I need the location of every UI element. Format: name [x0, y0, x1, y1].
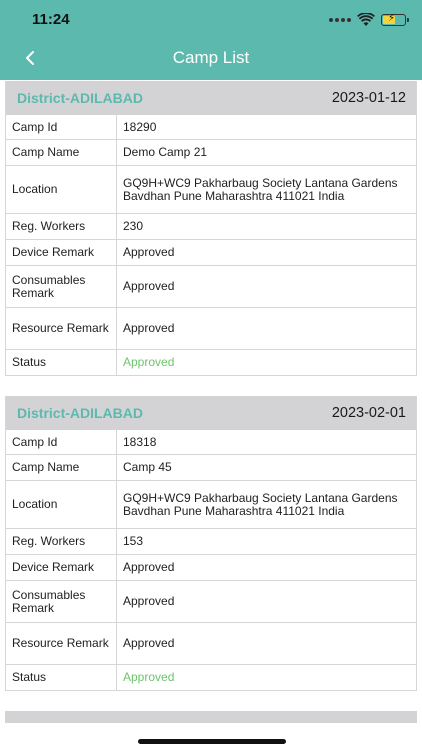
- camp-date: 2023-01-12: [331, 90, 406, 106]
- device-remark-value: Approved: [123, 560, 175, 574]
- camp-date: 2023-02-01: [331, 405, 406, 421]
- app-header: 11:24 ⚡ Camp List: [0, 0, 422, 80]
- wifi-icon: [357, 13, 375, 26]
- location-value: GQ9H+WC9 Pakharbaug Society Lantana Gard…: [123, 175, 398, 203]
- row-label: Resource Remark: [6, 308, 117, 349]
- consumables-remark-value: Approved: [123, 594, 175, 608]
- table-row: Status Approved: [6, 350, 416, 376]
- reg-workers-value: 230: [123, 219, 144, 233]
- table-row: Camp Id 18318: [6, 430, 416, 455]
- row-label: Camp Name: [6, 140, 117, 165]
- table-row: Camp Name Camp 45: [6, 455, 416, 481]
- status-bar: 11:24 ⚡: [0, 0, 422, 40]
- camp-id-value: 18290: [123, 119, 157, 134]
- device-remark-value: Approved: [123, 245, 175, 259]
- table-row: Consumables Remark Approved: [6, 266, 416, 308]
- table-row: Consumables Remark Approved: [6, 581, 416, 623]
- row-label: Location: [6, 166, 117, 213]
- next-camp-card-header[interactable]: [5, 711, 417, 723]
- table-row: Device Remark Approved: [6, 555, 416, 581]
- row-label: Camp Name: [6, 455, 117, 480]
- camp-card[interactable]: District-ADILABAD 2023-02-01 Camp Id 183…: [5, 396, 417, 691]
- table-row: Resource Remark Approved: [6, 308, 416, 350]
- status-icons: ⚡: [329, 13, 409, 27]
- page-title: Camp List: [172, 48, 250, 67]
- table-row: Status Approved: [6, 665, 416, 691]
- table-row: Reg. Workers 230: [6, 214, 416, 240]
- status-value: Approved: [123, 670, 175, 684]
- location-value: GQ9H+WC9 Pakharbaug Society Lantana Gard…: [123, 490, 398, 518]
- row-label: Device Remark: [6, 555, 117, 580]
- row-label: Camp Id: [6, 115, 117, 139]
- row-label: Status: [6, 350, 117, 375]
- camp-card[interactable]: District-ADILABAD 2023-01-12 Camp Id 182…: [5, 81, 417, 376]
- camp-card-header: District-ADILABAD 2023-02-01: [6, 396, 416, 430]
- row-label: Consumables Remark: [6, 266, 117, 307]
- status-time: 11:24: [32, 11, 70, 28]
- row-label: Status: [6, 665, 117, 690]
- table-row: Resource Remark Approved: [6, 623, 416, 665]
- status-value: Approved: [123, 355, 175, 369]
- table-row: Camp Name Demo Camp 21: [6, 140, 416, 166]
- camp-name-value: Camp 45: [123, 460, 172, 474]
- resource-remark-value: Approved: [123, 636, 175, 650]
- district-name: District-ADILABAD: [17, 90, 143, 106]
- district-name: District-ADILABAD: [17, 405, 143, 421]
- reg-workers-value: 153: [123, 534, 144, 548]
- row-label: Consumables Remark: [6, 581, 117, 622]
- row-label: Reg. Workers: [6, 529, 117, 554]
- home-indicator[interactable]: [138, 739, 286, 744]
- resource-remark-value: Approved: [123, 321, 175, 335]
- camp-id-value: 18318: [123, 434, 157, 449]
- camp-name-value: Demo Camp 21: [123, 145, 208, 159]
- row-label: Device Remark: [6, 240, 117, 265]
- row-label: Location: [6, 481, 117, 528]
- table-row: Camp Id 18290: [6, 115, 416, 140]
- battery-icon: ⚡: [381, 13, 409, 26]
- table-row: Reg. Workers 153: [6, 529, 416, 555]
- row-label: Reg. Workers: [6, 214, 117, 239]
- row-label: Resource Remark: [6, 623, 117, 664]
- camp-card-header: District-ADILABAD 2023-01-12: [6, 81, 416, 115]
- consumables-remark-value: Approved: [123, 279, 175, 293]
- table-row: Device Remark Approved: [6, 240, 416, 266]
- signal-dots-icon: [329, 18, 351, 22]
- table-row: Location GQ9H+WC9 Pakharbaug Society Lan…: [6, 481, 416, 529]
- table-row: Location GQ9H+WC9 Pakharbaug Society Lan…: [6, 166, 416, 214]
- row-label: Camp Id: [6, 430, 117, 454]
